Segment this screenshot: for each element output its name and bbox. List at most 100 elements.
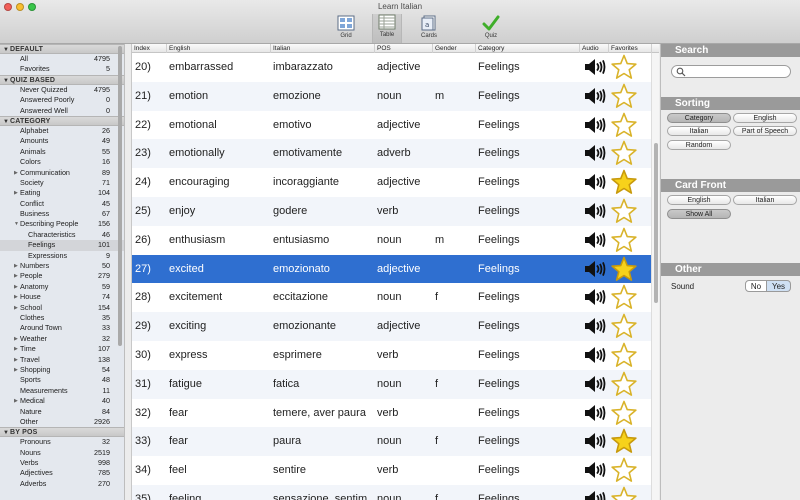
disclosure-closed-icon[interactable]: ▶	[14, 261, 18, 271]
audio-button[interactable]	[584, 86, 608, 106]
sidebar-item-answered-well[interactable]: Answered Well 0	[0, 106, 124, 116]
favorite-toggle[interactable]	[610, 428, 638, 455]
table-scrollbar[interactable]	[651, 53, 659, 500]
table-row[interactable]: 24) encouraging incoraggiante adjective Feel…	[132, 168, 659, 197]
sidebar-item-conflict[interactable]: Conflict 45	[0, 199, 124, 209]
star-outline-icon[interactable]	[610, 371, 638, 398]
toolbar-cards-button[interactable]: a Cards	[414, 15, 444, 43]
speaker-icon[interactable]	[584, 172, 608, 192]
table-row[interactable]: 25) enjoy godere verb Feelings	[132, 196, 659, 226]
sidebar-item-adverbs[interactable]: Adverbs 270	[0, 479, 124, 489]
star-outline-icon[interactable]	[610, 83, 638, 110]
sidebar-item-numbers[interactable]: ▶ Numbers 50	[0, 261, 124, 271]
sidebar-section-default[interactable]: ▼DEFAULT	[0, 44, 124, 54]
table-row[interactable]: 34) feel sentire verb Feelings	[132, 456, 659, 485]
table-row[interactable]: 27) excited emozionato adjective Feelings	[132, 254, 659, 284]
sidebar-section-by-pos[interactable]: ▼BY POS	[0, 427, 124, 438]
disclosure-closed-icon[interactable]: ▶	[14, 365, 18, 375]
audio-button[interactable]	[584, 201, 608, 221]
sidebar-item-house[interactable]: ▶ House 74	[0, 292, 124, 302]
audio-button[interactable]	[584, 431, 608, 451]
favorite-toggle[interactable]	[610, 198, 638, 225]
sidebar-item-never-quizzed[interactable]: Never Quizzed 4795	[0, 85, 124, 95]
sidebar-item-amounts[interactable]: Amounts 49	[0, 136, 124, 146]
card-front-english-button[interactable]: English	[667, 195, 731, 205]
sidebar-item-medical[interactable]: ▶ Medical 40	[0, 396, 124, 406]
speaker-icon[interactable]	[584, 259, 608, 279]
star-outline-icon[interactable]	[610, 284, 638, 311]
disclosure-open-icon[interactable]: ▼	[14, 219, 19, 229]
speaker-icon[interactable]	[584, 201, 608, 221]
sidebar-item-all[interactable]: All 4795	[0, 54, 124, 64]
sidebar-item-weather[interactable]: ▶ Weather 32	[0, 334, 124, 344]
disclosure-closed-icon[interactable]: ▶	[14, 303, 18, 313]
audio-button[interactable]	[584, 374, 608, 394]
star-outline-icon[interactable]	[610, 457, 638, 484]
sidebar-item-travel[interactable]: ▶ Travel 138	[0, 355, 124, 365]
favorite-toggle[interactable]	[610, 371, 638, 398]
sidebar-scrollbar[interactable]	[118, 46, 122, 346]
table-scrollbar-thumb[interactable]	[654, 143, 658, 303]
sort-category-button[interactable]: Category	[667, 113, 731, 123]
speaker-icon[interactable]	[584, 230, 608, 250]
sidebar-item-communication[interactable]: ▶ Communication 89	[0, 168, 124, 178]
favorite-toggle[interactable]	[610, 342, 638, 369]
disclosure-closed-icon[interactable]: ▶	[14, 168, 18, 178]
table-row[interactable]: 30) express esprimere verb Feelings	[132, 341, 659, 370]
speaker-icon[interactable]	[584, 403, 608, 423]
speaker-icon[interactable]	[584, 57, 608, 77]
star-filled-icon[interactable]	[610, 256, 638, 283]
sidebar-item-colors[interactable]: Colors 16	[0, 157, 124, 167]
favorite-toggle[interactable]	[610, 227, 638, 254]
speaker-icon[interactable]	[584, 460, 608, 480]
disclosure-closed-icon[interactable]: ▶	[14, 292, 18, 302]
speaker-icon[interactable]	[584, 431, 608, 451]
table-row[interactable]: 31) fatigue fatica noun f Feelings	[132, 369, 659, 399]
table-row[interactable]: 28) excitement eccitazione noun f Feelings	[132, 283, 659, 312]
star-outline-icon[interactable]	[610, 198, 638, 225]
audio-button[interactable]	[584, 57, 608, 77]
speaker-icon[interactable]	[584, 374, 608, 394]
favorite-toggle[interactable]	[610, 54, 638, 81]
column-header-category[interactable]: Category	[476, 44, 580, 53]
star-outline-icon[interactable]	[610, 342, 638, 369]
table-row[interactable]: 32) fear temere, aver paura verb Feelings	[132, 399, 659, 428]
star-outline-icon[interactable]	[610, 400, 638, 427]
favorite-toggle[interactable]	[610, 486, 638, 500]
audio-button[interactable]	[584, 460, 608, 480]
table-row[interactable]: 21) emotion emozione noun m Feelings	[132, 81, 659, 111]
disclosure-closed-icon[interactable]: ▶	[14, 344, 18, 354]
favorite-toggle[interactable]	[610, 140, 638, 167]
sidebar-item-nouns[interactable]: Nouns 2519	[0, 448, 124, 458]
audio-button[interactable]	[584, 287, 608, 307]
sidebar-item-anatomy[interactable]: ▶ Anatomy 59	[0, 282, 124, 292]
table-row[interactable]: 20) embarrassed imbarazzato adjective Feelin…	[132, 53, 659, 82]
audio-button[interactable]	[584, 172, 608, 192]
sidebar-item-time[interactable]: ▶ Time 107	[0, 344, 124, 354]
table-row[interactable]: 22) emotional emotivo adjective Feelings	[132, 111, 659, 140]
sidebar-item-alphabet[interactable]: Alphabet 26	[0, 126, 124, 136]
star-outline-icon[interactable]	[610, 54, 638, 81]
sidebar-item-eating[interactable]: ▶ Eating 104	[0, 188, 124, 198]
sound-yes-button[interactable]: Yes	[767, 280, 791, 292]
sidebar-item-describing-people[interactable]: ▼ Describing People 156	[0, 219, 124, 229]
toolbar-table-button[interactable]: Table	[372, 14, 402, 43]
sidebar-item-feelings[interactable]: Feelings 101	[0, 240, 124, 251]
sidebar-item-around-town[interactable]: Around Town 33	[0, 323, 124, 333]
sidebar-item-adjectives[interactable]: Adjectives 785	[0, 468, 124, 478]
column-header-pos[interactable]: POS	[375, 44, 433, 53]
sort-random-button[interactable]: Random	[667, 140, 731, 150]
column-header-index[interactable]: Index	[132, 44, 167, 53]
audio-button[interactable]	[584, 230, 608, 250]
sidebar-item-people[interactable]: ▶ People 279	[0, 271, 124, 281]
search-input[interactable]	[688, 67, 786, 77]
star-outline-icon[interactable]	[610, 486, 638, 500]
toolbar-quiz-button[interactable]: Quiz	[476, 15, 506, 43]
sidebar-item-shopping[interactable]: ▶ Shopping 54	[0, 365, 124, 375]
sidebar-item-school[interactable]: ▶ School 154	[0, 303, 124, 313]
sidebar-item-clothes[interactable]: Clothes 35	[0, 313, 124, 323]
sidebar-item-animals[interactable]: Animals 55	[0, 147, 124, 157]
star-filled-icon[interactable]	[610, 169, 638, 196]
table-row[interactable]: 26) enthusiasm entusiasmo noun m Feelings	[132, 226, 659, 255]
toolbar-grid-button[interactable]: Grid	[331, 15, 361, 43]
